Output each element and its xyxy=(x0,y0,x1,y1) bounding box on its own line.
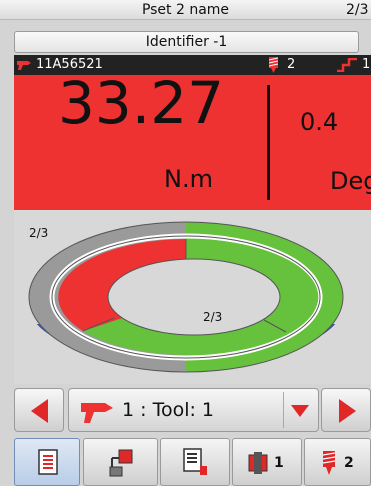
result-divider xyxy=(267,85,270,200)
tab-tool-transfer[interactable] xyxy=(83,438,158,486)
gauge-label-top: 2/3 xyxy=(29,226,49,240)
next-button[interactable] xyxy=(321,388,371,432)
bottom-tabs: 1 2 xyxy=(14,438,371,486)
list-icon xyxy=(38,449,58,475)
result-panel: 33.27 N.m 0.4 Deg xyxy=(14,69,371,210)
arrow-right-icon xyxy=(339,399,356,423)
angle-value: 0.4 xyxy=(300,108,339,136)
angle-unit: Deg xyxy=(330,167,371,195)
tool-select-separator xyxy=(283,392,284,428)
drill-icon xyxy=(81,403,113,423)
batch-ring xyxy=(14,210,371,373)
tool-transfer-icon xyxy=(109,449,133,477)
step-count: 1 xyxy=(362,57,371,72)
identifier-gap xyxy=(0,21,371,31)
torque-value: 33.27 xyxy=(58,69,225,137)
tab-screw-bit[interactable]: 2 xyxy=(304,438,371,486)
bit-count: 2 xyxy=(287,57,296,72)
gauge-label-center: 2/3 xyxy=(203,310,223,324)
chevron-down-icon[interactable] xyxy=(291,405,309,417)
tool-navigation: 1 : Tool: 1 xyxy=(14,388,371,432)
tab-socket[interactable]: 1 xyxy=(232,438,302,486)
tab-results[interactable] xyxy=(14,438,80,486)
socket-icon xyxy=(248,452,268,474)
arrow-left-icon xyxy=(31,399,48,423)
batch-gauge: 2/3 2/3 xyxy=(14,210,371,384)
gauge-center xyxy=(107,258,281,336)
pset-name: Pset 2 name xyxy=(141,2,230,18)
previous-button[interactable] xyxy=(14,388,64,432)
step-icon xyxy=(337,58,357,72)
tab-screw-bit-count: 2 xyxy=(344,455,354,471)
pset-count: 2/3 xyxy=(346,2,369,18)
tool-select-value: 1 : Tool: 1 xyxy=(122,399,215,421)
torque-unit: N.m xyxy=(164,165,213,193)
drill-icon xyxy=(17,61,31,70)
screw-bit-icon xyxy=(323,451,335,475)
tab-list-tool[interactable] xyxy=(160,438,230,486)
tab-socket-count: 1 xyxy=(274,455,284,471)
list-tool-icon xyxy=(183,448,207,475)
title-bar: Pset 2 name 2/3 xyxy=(0,0,371,20)
tool-select[interactable]: 1 : Tool: 1 xyxy=(68,388,319,432)
identifier-field[interactable]: Identifier -1 xyxy=(14,31,359,53)
screw-bit-icon xyxy=(269,57,278,73)
